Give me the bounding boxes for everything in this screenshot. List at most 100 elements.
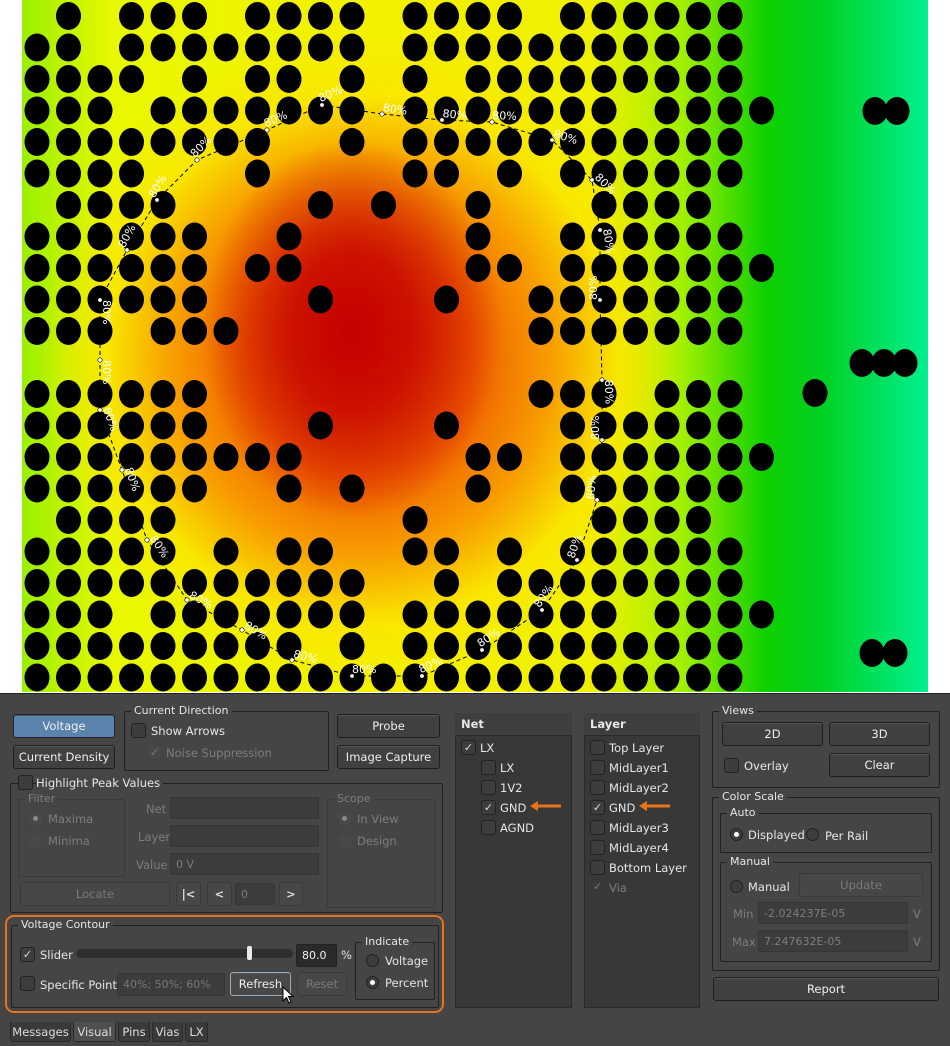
via: [749, 254, 774, 282]
layer-checkbox[interactable]: [590, 820, 605, 835]
indicate-percent-radio[interactable]: [366, 976, 379, 989]
via: [182, 285, 207, 314]
layer-checkbox[interactable]: [590, 760, 605, 775]
via: [528, 632, 554, 660]
probe-button[interactable]: Probe: [337, 714, 440, 738]
layer-item[interactable]: MidLayer4: [585, 838, 699, 858]
net-checkbox[interactable]: ✓: [481, 800, 496, 815]
layer-item[interactable]: ✓ Via: [585, 878, 699, 898]
max-field[interactable]: 7.247632E-05: [758, 930, 908, 952]
displayed-radio[interactable]: [730, 828, 743, 841]
update-button[interactable]: Update: [799, 873, 923, 897]
net-field[interactable]: [170, 797, 319, 819]
via: [182, 96, 207, 125]
in-view-label: In View: [357, 812, 399, 826]
via: [24, 33, 50, 62]
locate-button[interactable]: Locate: [20, 882, 170, 906]
value-field[interactable]: 0 V: [170, 853, 319, 875]
via: [528, 380, 554, 408]
via: [497, 33, 522, 62]
specific-points-checkbox[interactable]: [20, 976, 35, 991]
layer-item[interactable]: MidLayer3: [585, 818, 699, 838]
next-button[interactable]: >: [279, 882, 303, 906]
minima-radio[interactable]: [29, 834, 42, 847]
via: [308, 600, 333, 629]
net-item[interactable]: 1V2: [456, 778, 571, 798]
tab-messages[interactable]: Messages: [10, 1022, 71, 1042]
voltage-heatmap[interactable]: 80% 80% 80% 80% 80% 80% 80% 80% 80% 80% 80% 80% 80% 8…: [22, 0, 928, 692]
via: [339, 632, 365, 660]
via: [87, 96, 113, 125]
net-label: 1V2: [500, 781, 523, 795]
first-button[interactable]: |<: [176, 882, 201, 906]
layer-checkbox[interactable]: ✓: [590, 800, 605, 815]
via: [849, 349, 875, 377]
net-checkbox[interactable]: ✓: [461, 740, 476, 755]
via: [56, 317, 81, 345]
net-item[interactable]: ✓ LX: [456, 738, 571, 758]
indicate-voltage-radio[interactable]: [366, 954, 379, 967]
contour-slider-track[interactable]: [76, 946, 293, 960]
via: [213, 537, 239, 566]
via: [560, 380, 585, 408]
via: [591, 191, 617, 219]
layer-checkbox[interactable]: ✓: [590, 880, 605, 895]
index-field[interactable]: 0: [235, 883, 275, 905]
tab-pins[interactable]: Pins: [118, 1022, 150, 1042]
maxima-radio[interactable]: [29, 812, 42, 825]
previous-button[interactable]: <: [207, 882, 232, 906]
image-capture-button[interactable]: Image Capture: [337, 745, 440, 769]
net-item[interactable]: LX: [456, 758, 571, 778]
design-radio[interactable]: [338, 834, 351, 847]
tab-visual[interactable]: Visual: [73, 1022, 116, 1042]
net-label: AGND: [500, 821, 535, 835]
slider-value-field[interactable]: 80.0: [296, 944, 337, 967]
via: [434, 411, 459, 440]
layer-item[interactable]: Bottom Layer: [585, 858, 699, 878]
layer-item[interactable]: MidLayer2: [585, 778, 699, 798]
via: [308, 411, 333, 440]
per-rail-radio[interactable]: [806, 828, 819, 841]
voltage-button[interactable]: Voltage: [13, 714, 115, 738]
tab-lx[interactable]: LX: [185, 1022, 208, 1042]
via: [182, 2, 207, 30]
net-checkbox[interactable]: [481, 780, 496, 795]
min-field[interactable]: -2.024237E-05: [758, 902, 908, 924]
layer-item[interactable]: MidLayer1: [585, 758, 699, 778]
specific-points-input[interactable]: 40%; 50%; 60%: [117, 973, 225, 996]
via: [276, 254, 302, 282]
via: [434, 537, 459, 566]
layer-checkbox[interactable]: [590, 740, 605, 755]
contour-label: 80%: [317, 83, 345, 105]
in-view-radio[interactable]: [338, 812, 351, 825]
via: [623, 285, 648, 314]
highlight-peak-label: Highlight Peak Values: [36, 776, 164, 790]
layer-checkbox[interactable]: [590, 860, 605, 875]
layer-item[interactable]: Top Layer: [585, 738, 699, 758]
net-checkbox[interactable]: [481, 820, 496, 835]
layer-checkbox[interactable]: [590, 840, 605, 855]
via: [623, 317, 648, 345]
show-arrows-checkbox[interactable]: [131, 723, 146, 738]
layer-checkbox[interactable]: [590, 780, 605, 795]
overlay-checkbox[interactable]: [724, 758, 739, 773]
tab-vias[interactable]: Vias: [152, 1022, 183, 1042]
highlight-peak-checkbox[interactable]: [18, 775, 33, 790]
net-checkbox[interactable]: [481, 760, 496, 775]
via: [339, 474, 365, 503]
noise-suppression-checkbox[interactable]: ✓: [147, 745, 162, 760]
via: [623, 537, 648, 566]
manual-radio[interactable]: [730, 880, 743, 893]
contour-slider-thumb[interactable]: [247, 946, 253, 960]
net-item[interactable]: AGND: [456, 818, 571, 838]
report-button[interactable]: Report: [713, 977, 939, 1001]
clear-button[interactable]: Clear: [829, 753, 930, 777]
layer-field[interactable]: [170, 825, 319, 847]
via: [686, 65, 711, 93]
current-density-button[interactable]: Current Density: [13, 745, 115, 769]
via: [591, 443, 617, 471]
3d-button[interactable]: 3D: [829, 722, 930, 746]
2d-button[interactable]: 2D: [722, 722, 823, 746]
slider-checkbox[interactable]: ✓: [20, 947, 35, 962]
reset-button[interactable]: Reset: [297, 972, 347, 996]
